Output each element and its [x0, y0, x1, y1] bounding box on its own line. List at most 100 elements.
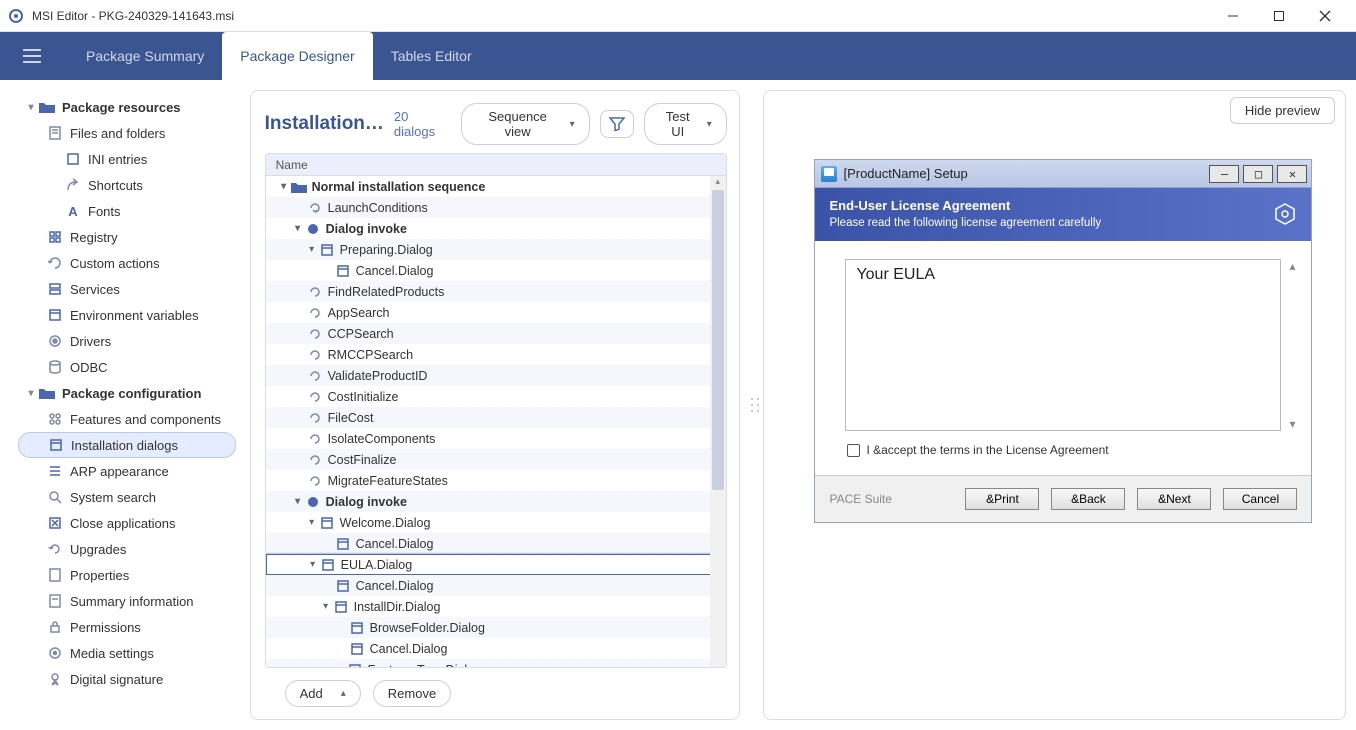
- splitter-handle[interactable]: [746, 86, 764, 724]
- hide-preview-button[interactable]: Hide preview: [1230, 97, 1335, 124]
- remove-button[interactable]: Remove: [373, 680, 451, 707]
- table-row-selected[interactable]: ▾EULA.Dialog: [266, 554, 726, 575]
- preview-close-button[interactable]: ✕: [1277, 165, 1307, 183]
- sidebar-item-files[interactable]: Files and folders: [18, 120, 236, 146]
- table-row[interactable]: MigrateFeatureStates: [266, 470, 726, 491]
- sidebar-item-registry[interactable]: Registry: [18, 224, 236, 250]
- table-row[interactable]: CCPSearch: [266, 323, 726, 344]
- table-row[interactable]: RMCCPSearch: [266, 344, 726, 365]
- tab-package-designer[interactable]: Package Designer: [222, 32, 372, 80]
- chevron-down-icon: ▾: [24, 102, 38, 113]
- sidebar-item-upgrades[interactable]: Upgrades: [18, 536, 236, 562]
- sidebar-item-properties[interactable]: Properties: [18, 562, 236, 588]
- sidebar-item-fonts[interactable]: A Fonts: [18, 198, 236, 224]
- sidebar-item-label: Fonts: [88, 204, 121, 219]
- table-row[interactable]: ▾Dialog invoke: [266, 491, 726, 512]
- odbc-icon: [46, 360, 64, 374]
- table-row[interactable]: AppSearch: [266, 302, 726, 323]
- action-icon: [306, 432, 324, 446]
- table-row[interactable]: ▸FeaturesTree.Dialog: [266, 659, 726, 667]
- sidebar-item-search[interactable]: System search: [18, 484, 236, 510]
- action-icon: [306, 201, 324, 215]
- accept-checkbox-row[interactable]: I &accept the terms in the License Agree…: [845, 431, 1281, 469]
- scroll-up-icon[interactable]: ▴: [1285, 259, 1299, 273]
- page-title: Installation…: [265, 113, 384, 135]
- sidebar-item-services[interactable]: Services: [18, 276, 236, 302]
- preview-minimize-button[interactable]: —: [1209, 165, 1239, 183]
- sidebar-item-features[interactable]: Features and components: [18, 406, 236, 432]
- filter-button[interactable]: [600, 110, 634, 138]
- dialog-table: Name ▾Normal installation sequence Launc…: [265, 153, 727, 668]
- sidebar-item-dialogs[interactable]: Installation dialogs: [18, 432, 236, 458]
- table-row[interactable]: CostInitialize: [266, 386, 726, 407]
- row-label: Dialog invoke: [326, 222, 407, 236]
- sidebar-item-closeapps[interactable]: Close applications: [18, 510, 236, 536]
- row-label: Cancel.Dialog: [356, 579, 434, 593]
- menu-button[interactable]: [16, 40, 48, 72]
- close-button[interactable]: [1302, 0, 1348, 32]
- column-name: Name: [276, 158, 308, 172]
- table-row[interactable]: FileCost: [266, 407, 726, 428]
- app-icon: [8, 8, 24, 24]
- table-row[interactable]: ▾InstallDir.Dialog: [266, 596, 726, 617]
- view-mode-dropdown[interactable]: Sequence view▾: [461, 103, 590, 145]
- sidebar-group-config[interactable]: ▾ Package configuration: [18, 380, 236, 406]
- chevron-down-icon: ▾: [278, 181, 290, 192]
- table-row[interactable]: Cancel.Dialog: [266, 638, 726, 659]
- table-row[interactable]: FindRelatedProducts: [266, 281, 726, 302]
- cancel-button[interactable]: Cancel: [1223, 488, 1297, 510]
- preview-maximize-button[interactable]: □: [1243, 165, 1273, 183]
- font-icon: A: [64, 204, 82, 219]
- sidebar-item-label: Registry: [70, 230, 118, 245]
- table-row[interactable]: CostFinalize: [266, 449, 726, 470]
- table-row[interactable]: BrowseFolder.Dialog: [266, 617, 726, 638]
- scroll-down-icon[interactable]: ▾: [1285, 417, 1299, 431]
- sidebar-item-digsig[interactable]: Digital signature: [18, 666, 236, 692]
- sidebar-item-custom-actions[interactable]: Custom actions: [18, 250, 236, 276]
- tab-tables-editor[interactable]: Tables Editor: [373, 32, 490, 80]
- table-row[interactable]: IsolateComponents: [266, 428, 726, 449]
- sidebar-item-permissions[interactable]: Permissions: [18, 614, 236, 640]
- table-row[interactable]: ▾Welcome.Dialog: [266, 512, 726, 533]
- table-row[interactable]: ValidateProductID: [266, 365, 726, 386]
- scrollbar-thumb[interactable]: [712, 190, 724, 490]
- table-row[interactable]: ▾Dialog invoke: [266, 218, 726, 239]
- table-header[interactable]: Name: [266, 154, 726, 176]
- table-row[interactable]: Cancel.Dialog: [266, 260, 726, 281]
- next-button[interactable]: &Next: [1137, 488, 1211, 510]
- checkbox[interactable]: [847, 444, 860, 457]
- action-icon: [306, 348, 324, 362]
- minimize-button[interactable]: [1210, 0, 1256, 32]
- scrollbar[interactable]: ▴: [710, 176, 726, 667]
- sidebar-item-label: Upgrades: [70, 542, 126, 557]
- sidebar-item-odbc[interactable]: ODBC: [18, 354, 236, 380]
- back-button[interactable]: &Back: [1051, 488, 1125, 510]
- test-ui-label: Test UI: [659, 109, 697, 139]
- sidebar-item-arp[interactable]: ARP appearance: [18, 458, 236, 484]
- table-row[interactable]: LaunchConditions: [266, 197, 726, 218]
- row-label: ValidateProductID: [328, 369, 428, 383]
- sidebar-group-resources[interactable]: ▾ Package resources: [18, 94, 236, 120]
- remove-label: Remove: [388, 686, 436, 701]
- table-row[interactable]: Cancel.Dialog: [266, 533, 726, 554]
- table-row[interactable]: ▾Normal installation sequence: [266, 176, 726, 197]
- add-button[interactable]: Add▴: [285, 680, 361, 707]
- close-apps-icon: [46, 517, 64, 529]
- sidebar-item-label: Summary information: [70, 594, 194, 609]
- maximize-button[interactable]: [1256, 0, 1302, 32]
- table-row[interactable]: ▾Preparing.Dialog: [266, 239, 726, 260]
- print-button[interactable]: &Print: [965, 488, 1039, 510]
- sidebar-item-ini[interactable]: INI entries: [18, 146, 236, 172]
- test-ui-button[interactable]: Test UI▾: [644, 103, 727, 145]
- eula-textbox[interactable]: Your EULA: [845, 259, 1281, 431]
- sidebar-item-media[interactable]: Media settings: [18, 640, 236, 666]
- tab-package-summary[interactable]: Package Summary: [68, 32, 222, 80]
- action-icon: [306, 474, 324, 488]
- eula-scrollbar[interactable]: ▴ ▾: [1285, 259, 1299, 431]
- sidebar-item-drivers[interactable]: Drivers: [18, 328, 236, 354]
- sidebar-item-envvars[interactable]: Environment variables: [18, 302, 236, 328]
- sidebar-item-summary[interactable]: Summary information: [18, 588, 236, 614]
- sidebar-item-shortcuts[interactable]: Shortcuts: [18, 172, 236, 198]
- row-label: Cancel.Dialog: [356, 264, 434, 278]
- table-row[interactable]: Cancel.Dialog: [266, 575, 726, 596]
